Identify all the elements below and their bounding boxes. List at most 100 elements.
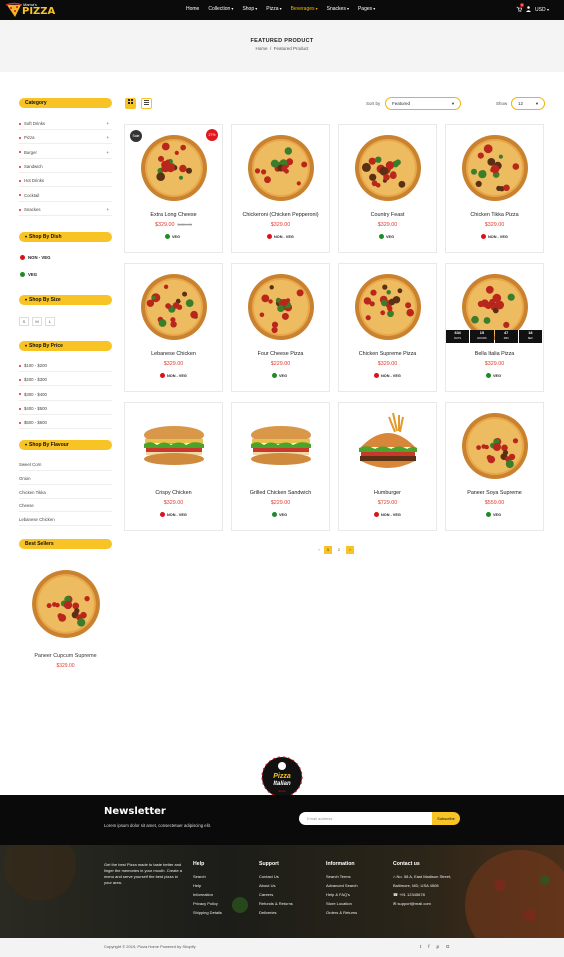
currency-selector[interactable]: USD ▾ bbox=[535, 7, 549, 13]
shop-by-flavour-heading[interactable]: ▾ Shop By Flavour bbox=[19, 440, 112, 450]
product-card[interactable]: Humburger $729.00 NON - VEG bbox=[338, 402, 437, 531]
product-card[interactable]: Country Feast $329.00 VEG bbox=[338, 124, 437, 253]
product-name[interactable]: Bella Italia Pizza bbox=[446, 351, 543, 357]
product-image[interactable] bbox=[139, 411, 209, 481]
product-card[interactable]: Lebanese Chicken $329.00 NON - VEG bbox=[124, 263, 223, 392]
footer-link[interactable]: Careers bbox=[259, 890, 293, 899]
price-range-item[interactable]: $100 - $200 bbox=[19, 363, 112, 368]
facebook-icon[interactable]: f bbox=[428, 944, 429, 949]
newsletter-email-input[interactable]: Email address bbox=[299, 812, 433, 825]
product-image[interactable] bbox=[139, 272, 209, 342]
twitter-icon[interactable]: t bbox=[420, 944, 421, 949]
product-card[interactable]: Sale 27% Extra Long Cheese $329.00 $450.00 VE… bbox=[124, 124, 223, 253]
page-1-button[interactable]: 1 bbox=[324, 546, 332, 554]
nav-item-collection[interactable]: Collection bbox=[208, 6, 233, 12]
footer-link[interactable]: Search Terms bbox=[326, 872, 358, 881]
shop-by-dish-heading[interactable]: ▾ Shop By Dish bbox=[19, 232, 112, 242]
footer-link[interactable]: Help bbox=[193, 881, 222, 890]
size-m[interactable]: M bbox=[32, 317, 42, 326]
expand-plus-icon[interactable]: + bbox=[106, 121, 109, 126]
category-item[interactable]: Soft Drinks + bbox=[19, 121, 112, 126]
product-card[interactable]: Paneer Soya Supreme $559.00 VEG bbox=[445, 402, 544, 531]
prev-page-button[interactable]: ‹ bbox=[315, 546, 323, 554]
breadcrumb-home[interactable]: Home bbox=[255, 46, 267, 51]
nav-item-beverages[interactable]: Beverages bbox=[291, 6, 318, 12]
nav-item-shop[interactable]: Shop bbox=[242, 6, 257, 12]
flavour-item[interactable]: Onion bbox=[19, 476, 112, 481]
footer-link[interactable]: Search bbox=[193, 872, 222, 881]
product-card[interactable]: Chicken Supreme Pizza $329.00 NON - VEG bbox=[338, 263, 437, 392]
nav-item-snackes[interactable]: Snackes bbox=[327, 6, 349, 12]
product-name[interactable]: Four Cheese Pizza bbox=[232, 351, 329, 357]
footer-link[interactable]: Help & FAQ's bbox=[326, 890, 358, 899]
product-name[interactable]: Extra Long Cheese bbox=[125, 212, 222, 218]
page-2-button[interactable]: 2 bbox=[335, 546, 343, 554]
shop-by-price-heading[interactable]: ▾ Shop By Price bbox=[19, 341, 112, 351]
nav-item-pages[interactable]: Pages bbox=[358, 6, 375, 12]
product-card[interactable]: 634 DAYS 15 HOURS 47 MIN 18 SEC Bella Italia Piz… bbox=[445, 263, 544, 392]
list-view-button[interactable] bbox=[141, 98, 152, 109]
footer-link[interactable]: Refunds & Returns bbox=[259, 899, 293, 908]
product-image[interactable] bbox=[353, 411, 423, 481]
product-image[interactable] bbox=[246, 133, 316, 203]
dish-option-veg[interactable]: VEG bbox=[20, 272, 37, 277]
footer-link[interactable]: Store Location bbox=[326, 899, 358, 908]
price-range-item[interactable]: $300 - $400 bbox=[19, 392, 112, 397]
size-s[interactable]: S bbox=[19, 317, 29, 326]
flavour-item[interactable]: Lebanese Chicken bbox=[19, 517, 112, 522]
footer-link[interactable]: About Us bbox=[259, 881, 293, 890]
price-range-item[interactable]: $200 - $300 bbox=[19, 377, 112, 382]
footer-logo[interactable]: Pizza Italian Since bbox=[253, 755, 311, 799]
category-heading[interactable]: Category bbox=[19, 98, 112, 108]
sort-select[interactable]: Featured ▼ bbox=[385, 97, 461, 110]
product-image[interactable] bbox=[460, 411, 530, 481]
nav-item-pizza[interactable]: Pizza bbox=[266, 6, 281, 12]
flavour-item[interactable]: Cheese bbox=[19, 503, 112, 508]
price-range-item[interactable]: $400 - $500 bbox=[19, 406, 112, 411]
product-name[interactable]: Grilled Chicken Sandwich bbox=[232, 490, 329, 496]
product-name[interactable]: Paneer Soya Supreme bbox=[446, 490, 543, 496]
nav-item-home[interactable]: Home bbox=[186, 6, 199, 12]
expand-plus-icon[interactable]: + bbox=[106, 150, 109, 155]
product-name[interactable]: Humburger bbox=[339, 490, 436, 496]
shop-by-size-heading[interactable]: ▾ Shop By Size bbox=[19, 295, 112, 305]
next-page-button[interactable]: › bbox=[346, 546, 354, 554]
footer-link[interactable]: Shipping Details bbox=[193, 908, 222, 917]
product-image[interactable] bbox=[246, 272, 316, 342]
footer-link[interactable]: Orders & Returns bbox=[326, 908, 358, 917]
cart-icon[interactable]: 0 bbox=[516, 3, 524, 14]
product-name[interactable]: Country Feast bbox=[339, 212, 436, 218]
product-image[interactable] bbox=[460, 133, 530, 203]
product-card[interactable]: Four Cheese Pizza $229.00 VEG bbox=[231, 263, 330, 392]
flavour-item[interactable]: Chicken Tikka bbox=[19, 490, 112, 495]
footer-link[interactable]: Contact Us bbox=[259, 872, 293, 881]
product-image[interactable] bbox=[246, 411, 316, 481]
product-image[interactable] bbox=[139, 133, 209, 203]
category-item[interactable]: Sandwich bbox=[19, 164, 112, 169]
pinterest-icon[interactable]: p bbox=[437, 944, 440, 949]
product-name[interactable]: Chickeroni (Chicken Pepperoni) bbox=[232, 212, 329, 218]
footer-link[interactable]: Deliveries bbox=[259, 908, 293, 917]
size-l[interactable]: L bbox=[45, 317, 55, 326]
price-range-item[interactable]: $500 - $600 bbox=[19, 420, 112, 425]
product-name[interactable]: Chicken Supreme Pizza bbox=[339, 351, 436, 357]
product-card[interactable]: Grilled Chicken Sandwich $229.00 VEG bbox=[231, 402, 330, 531]
category-item[interactable]: Pizza + bbox=[19, 135, 112, 140]
product-name[interactable]: Chicken Tikka Pizza bbox=[446, 212, 543, 218]
dish-option-nonveg[interactable]: NON - VEG bbox=[20, 255, 50, 260]
google-plus-icon[interactable]: G bbox=[446, 944, 450, 949]
best-seller-name[interactable]: Paneer Cupcum Supreme bbox=[19, 653, 112, 659]
product-card[interactable]: Crispy Chicken $329.00 NON - VEG bbox=[124, 402, 223, 531]
flavour-item[interactable]: Sweet Corn bbox=[19, 462, 112, 467]
show-count-select[interactable]: 12 ▼ bbox=[511, 97, 545, 110]
product-image[interactable] bbox=[353, 272, 423, 342]
footer-link[interactable]: Advanced Search bbox=[326, 881, 358, 890]
category-item[interactable]: Hot Drinks bbox=[19, 178, 112, 183]
product-name[interactable]: Lebanese Chicken bbox=[125, 351, 222, 357]
expand-plus-icon[interactable]: + bbox=[106, 207, 109, 212]
expand-plus-icon[interactable]: + bbox=[106, 135, 109, 140]
best-seller-image[interactable] bbox=[30, 568, 102, 640]
category-item[interactable]: Snackes + bbox=[19, 207, 112, 212]
product-name[interactable]: Crispy Chicken bbox=[125, 490, 222, 496]
product-image[interactable] bbox=[353, 133, 423, 203]
